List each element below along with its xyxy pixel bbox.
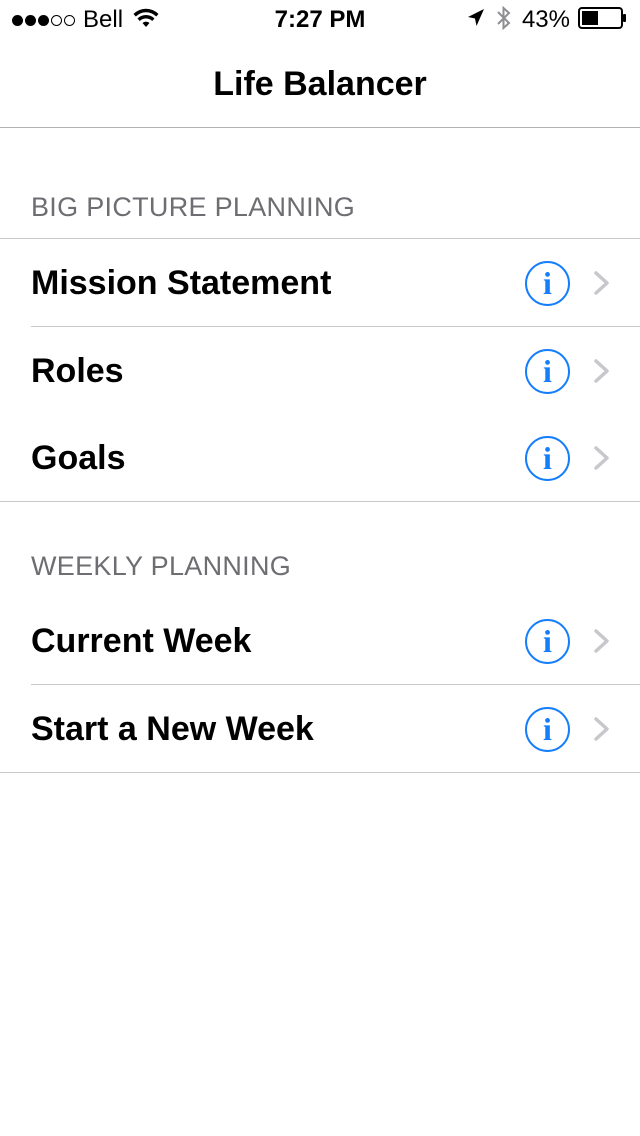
- row-start-a-new-week[interactable]: Start a New Week i: [0, 685, 640, 773]
- page-title: Life Balancer: [213, 65, 427, 103]
- battery-icon: [578, 6, 628, 34]
- battery-percentage: 43%: [521, 6, 570, 33]
- chevron-right-icon: [590, 357, 614, 385]
- row-current-week[interactable]: Current Week i: [0, 597, 640, 685]
- section-header-weekly-planning: WEEKLY PLANNING: [31, 551, 292, 581]
- row-label: Start a New Week: [31, 710, 314, 748]
- chevron-right-icon: [590, 444, 614, 472]
- location-arrow-icon: [466, 7, 486, 34]
- status-bar: Bell 7:27 PM 43%: [0, 0, 640, 40]
- info-icon[interactable]: i: [525, 436, 570, 481]
- row-label: Roles: [31, 352, 124, 390]
- row-mission-statement[interactable]: Mission Statement i: [0, 239, 640, 327]
- row-separator: [0, 501, 640, 502]
- status-bar-right: 43%: [466, 5, 628, 36]
- info-icon[interactable]: i: [525, 261, 570, 306]
- row-separator: [0, 772, 640, 773]
- chevron-right-icon: [590, 627, 614, 655]
- chevron-right-icon: [590, 269, 614, 297]
- info-icon[interactable]: i: [525, 619, 570, 664]
- row-goals[interactable]: Goals i: [0, 414, 640, 502]
- info-icon[interactable]: i: [525, 349, 570, 394]
- chevron-right-icon: [590, 715, 614, 743]
- navigation-bar: Life Balancer: [0, 40, 640, 128]
- row-label: Goals: [31, 439, 126, 477]
- section-header-big-picture-planning: BIG PICTURE PLANNING: [31, 192, 356, 222]
- row-label: Mission Statement: [31, 264, 332, 302]
- row-roles[interactable]: Roles i: [0, 327, 640, 415]
- row-label: Current Week: [31, 622, 252, 660]
- bluetooth-icon: [496, 5, 512, 36]
- info-icon[interactable]: i: [525, 707, 570, 752]
